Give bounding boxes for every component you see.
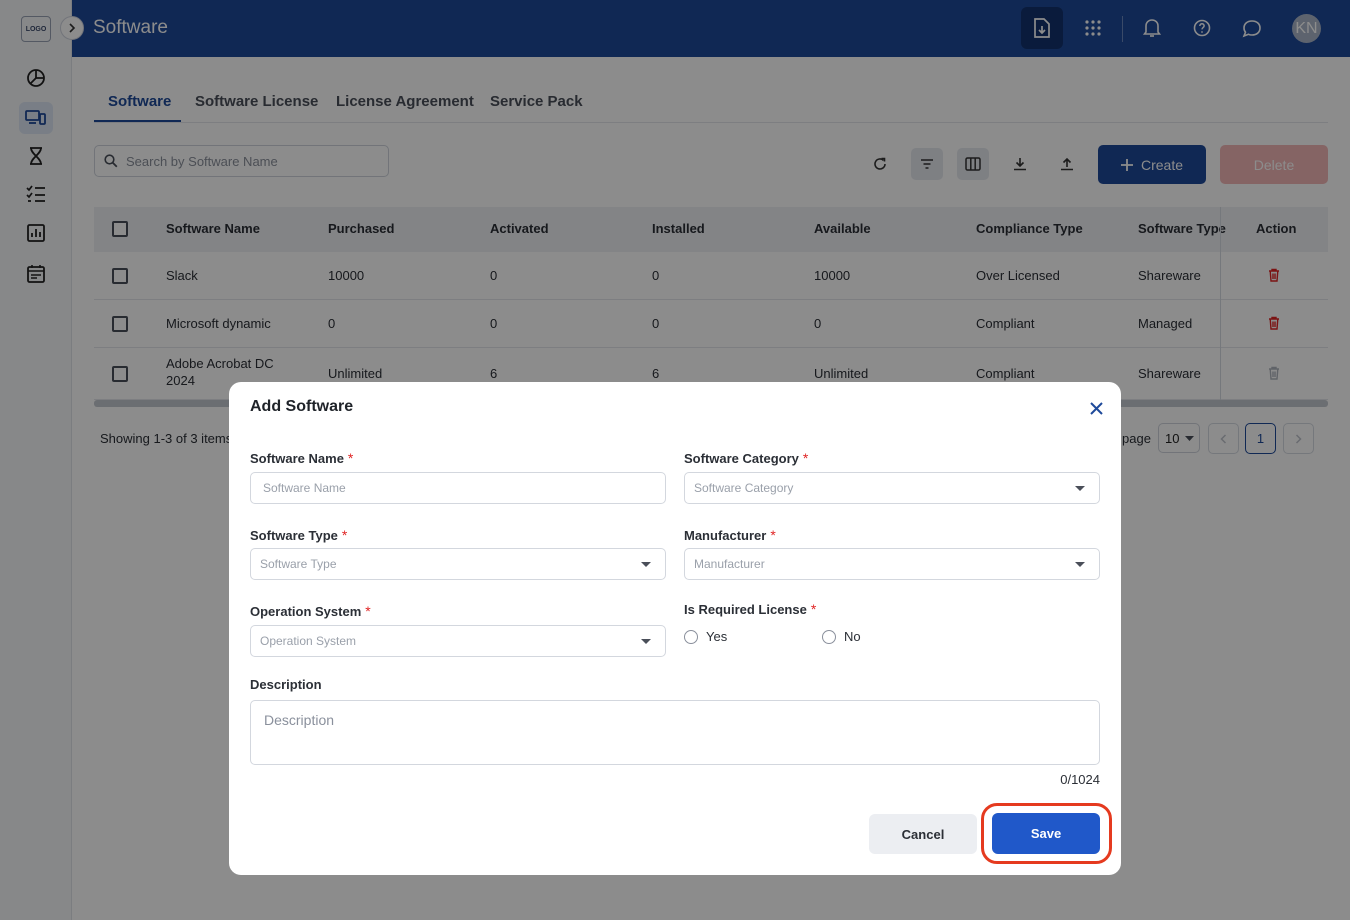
software-name-input[interactable]: Software Name [250, 472, 666, 504]
cancel-button[interactable]: Cancel [869, 814, 977, 854]
required-marker: * [770, 527, 776, 543]
software-type-placeholder: Software Type [260, 557, 337, 571]
caret-down-icon [1075, 562, 1085, 567]
software-category-label: Software Category * [684, 450, 809, 466]
required-marker: * [802, 450, 809, 466]
dialog-title: Add Software [250, 398, 354, 415]
description-label: Description [250, 677, 322, 692]
description-textarea[interactable]: Description [250, 700, 1100, 765]
operation-system-placeholder: Operation System [260, 634, 357, 648]
required-marker: * [365, 603, 371, 619]
manufacturer-label: Manufacturer * [684, 527, 776, 543]
software-name-placeholder: Software Name [263, 481, 346, 495]
software-category-select[interactable]: Software Category [684, 472, 1100, 504]
manufacturer-select[interactable]: Manufacturer [684, 548, 1100, 580]
software-type-label: Software Type * [250, 527, 348, 543]
software-category-placeholder: Software Category [694, 481, 794, 495]
is-required-license-label: Is Required License * [684, 601, 817, 617]
software-name-label: Software Name * [250, 450, 354, 466]
radio-yes[interactable]: Yes [684, 629, 727, 644]
required-marker: * [347, 450, 354, 466]
save-button[interactable]: Save [992, 813, 1100, 854]
operation-system-select[interactable]: Operation System [250, 625, 666, 657]
radio-circle[interactable] [822, 629, 836, 644]
character-counter: 0/1024 [1060, 772, 1100, 787]
radio-no[interactable]: No [822, 629, 861, 644]
description-placeholder: Description [264, 712, 335, 728]
add-software-dialog: Add Software Software Name * Software Nam… [229, 382, 1121, 875]
caret-down-icon [1075, 486, 1085, 491]
radio-no-label: No [844, 629, 861, 644]
radio-circle[interactable] [684, 629, 698, 644]
software-type-select[interactable]: Software Type [250, 548, 666, 580]
radio-yes-label: Yes [706, 629, 728, 644]
caret-down-icon [641, 562, 651, 567]
close-icon [1089, 401, 1103, 415]
close-button[interactable] [1086, 398, 1106, 418]
operation-system-label: Operation System * [250, 603, 371, 619]
manufacturer-placeholder: Manufacturer [694, 557, 765, 571]
required-marker: * [341, 527, 348, 543]
required-marker: * [810, 601, 817, 617]
caret-down-icon [641, 639, 651, 644]
